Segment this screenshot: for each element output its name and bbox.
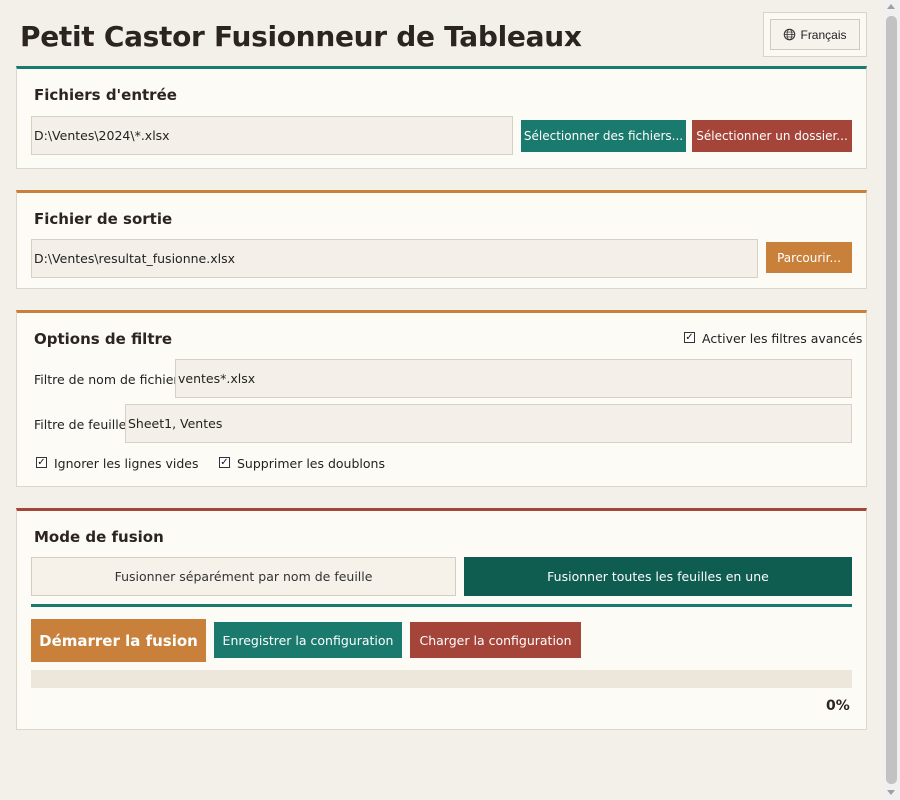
remove-duplicates-label: Supprimer les doublons — [237, 456, 385, 471]
ignore-empty-label: Ignorer les lignes vides — [54, 456, 199, 471]
output-path-field[interactable]: D:\Ventes\resultat_fusionne.xlsx — [31, 239, 758, 278]
progress-percent: 0% — [826, 698, 850, 714]
progress-bar — [31, 670, 852, 688]
language-button[interactable]: Français — [770, 19, 860, 50]
app-title: Petit Castor Fusionneur de Tableaux — [20, 20, 582, 53]
browse-button[interactable]: Parcourir... — [766, 242, 852, 273]
select-files-button[interactable]: Sélectionner des fichiers... — [521, 120, 686, 152]
mode-separate-button[interactable]: Fusionner séparément par nom de feuille — [31, 557, 456, 596]
sheet-filter-label: Filtre de feuille: — [34, 417, 131, 432]
advanced-filters-label: Activer les filtres avancés — [702, 331, 863, 346]
ignore-empty-checkbox[interactable]: ✓ — [36, 457, 47, 468]
input-path-field[interactable]: D:\Ventes\2024\*.xlsx — [31, 116, 513, 155]
advanced-filters-checkbox[interactable]: ✓ — [684, 332, 695, 343]
start-merge-button[interactable]: Démarrer la fusion — [31, 619, 206, 662]
remove-duplicates-checkbox[interactable]: ✓ — [219, 457, 230, 468]
filter-options-title: Options de filtre — [34, 330, 173, 348]
merge-mode-title: Mode de fusion — [34, 528, 164, 546]
globe-icon — [784, 28, 796, 41]
output-file-title: Fichier de sortie — [34, 210, 173, 228]
load-config-button[interactable]: Charger la configuration — [410, 622, 581, 658]
scroll-down-icon[interactable] — [887, 790, 895, 795]
sheet-filter-input[interactable]: Sheet1, Ventes — [125, 404, 852, 443]
mode-all-button[interactable]: Fusionner toutes les feuilles en une — [464, 557, 852, 596]
scroll-thumb[interactable] — [886, 16, 897, 784]
filename-filter-label: Filtre de nom de fichier: — [34, 372, 183, 387]
merge-divider — [31, 604, 852, 607]
input-files-title: Fichiers d'entrée — [34, 86, 177, 104]
scroll-up-icon[interactable] — [887, 4, 895, 9]
select-folder-button[interactable]: Sélectionner un dossier... — [692, 120, 852, 152]
language-label: Français — [800, 27, 847, 42]
filename-filter-input[interactable]: ventes*.xlsx — [175, 359, 852, 398]
save-config-button[interactable]: Enregistrer la configuration — [214, 622, 402, 658]
